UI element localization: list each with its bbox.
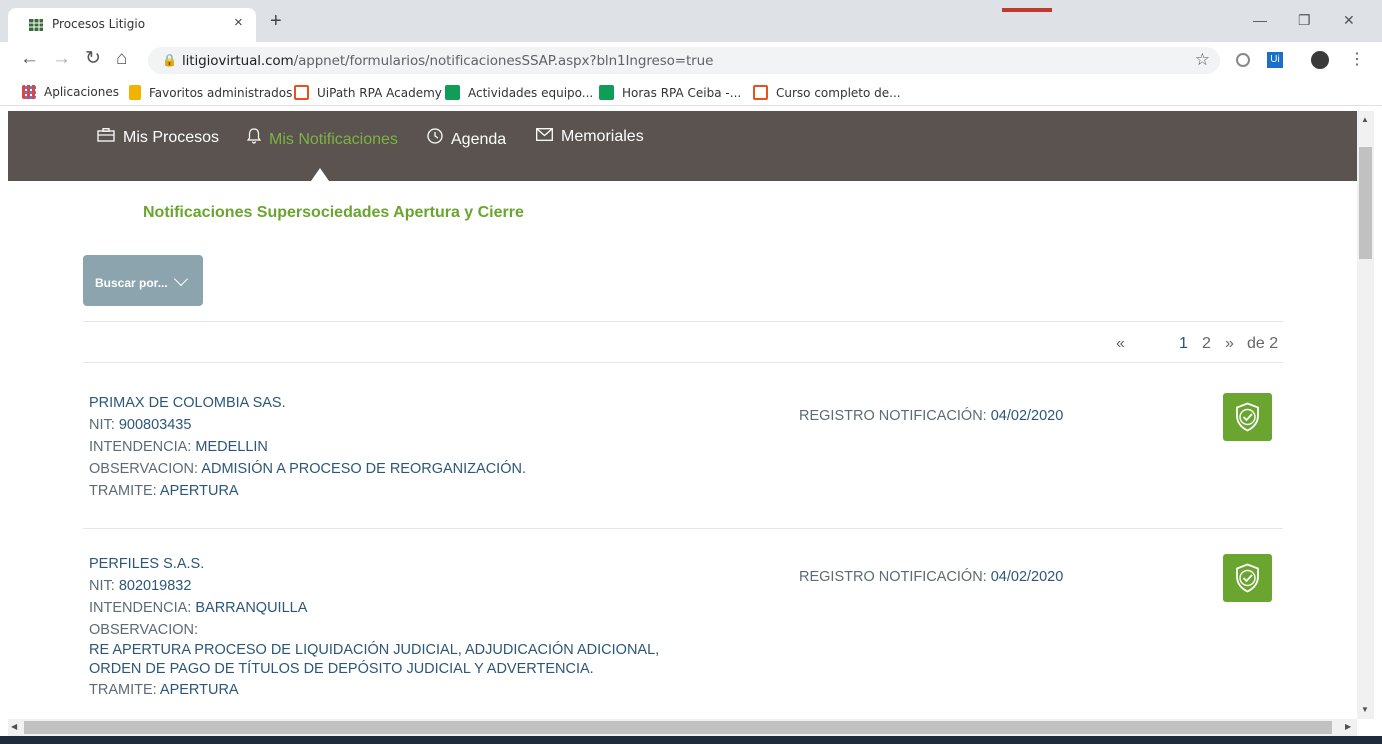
vertical-scroll-thumb[interactable]	[1359, 147, 1372, 259]
browser-tabstrip: Procesos Litigio × + — ❐ ✕	[0, 0, 1382, 42]
pager-page-1[interactable]: 1	[1179, 335, 1188, 353]
horizontal-scrollbar[interactable]: ◀ ▶	[8, 719, 1357, 736]
divider	[83, 321, 1283, 322]
tab-title: Procesos Litigio	[52, 17, 146, 31]
horizontal-scroll-thumb[interactable]	[24, 721, 1332, 734]
company-name[interactable]: PERFILES S.A.S.	[89, 553, 659, 575]
bookmark-star-icon[interactable]: ☆	[1195, 50, 1210, 70]
page-viewport: Mis Procesos Mis Notificaciones Agenda M…	[8, 111, 1357, 719]
bookmark-apps[interactable]: Aplicaciones	[22, 85, 119, 99]
folder-icon	[129, 85, 141, 100]
tramite-line: TRAMITE: APERTURA	[89, 682, 239, 698]
notification-record: PRIMAX DE COLOMBIA SAS. NIT: 900803435 I…	[89, 392, 526, 502]
observacion-label: OBSERVACION:	[89, 622, 199, 638]
uipath-icon	[294, 85, 309, 100]
new-tab-button[interactable]: +	[270, 11, 282, 31]
home-icon[interactable]: ⌂	[116, 48, 127, 70]
chevron-down-icon	[173, 271, 188, 287]
minimize-icon[interactable]: —	[1253, 12, 1267, 28]
company-name[interactable]: PRIMAX DE COLOMBIA SAS.	[89, 392, 526, 414]
apps-grid-icon	[22, 85, 36, 99]
briefcase-icon	[97, 128, 115, 142]
nav-mis-procesos[interactable]: Mis Procesos	[97, 128, 219, 147]
sheets-icon	[599, 85, 614, 100]
forward-arrow-icon[interactable]: →	[52, 48, 71, 70]
nit-line: NIT: 802019832	[89, 578, 192, 594]
back-arrow-icon[interactable]: ←	[20, 48, 39, 70]
main-navbar: Mis Procesos Mis Notificaciones Agenda M…	[8, 111, 1357, 181]
scroll-down-icon[interactable]: ▼	[1361, 705, 1369, 714]
sheets-icon	[445, 85, 460, 100]
shield-check-icon	[1236, 563, 1259, 593]
bookmark-favoritos[interactable]: Favoritos administrados	[129, 85, 292, 100]
uipath-icon	[753, 85, 768, 100]
observacion-line: OBSERVACION: ADMISIÓN A PROCESO DE REORG…	[89, 461, 526, 477]
notification-record: PERFILES S.A.S. NIT: 802019832 INTENDENC…	[89, 553, 659, 701]
nav-mis-notificaciones[interactable]: Mis Notificaciones	[247, 128, 398, 149]
intendencia-line: INTENDENCIA: MEDELLIN	[89, 439, 268, 455]
scroll-up-icon[interactable]: ▲	[1361, 115, 1369, 124]
os-taskbar	[0, 736, 1382, 744]
extension-icon[interactable]	[1236, 53, 1250, 67]
lock-icon: 🔒	[162, 53, 177, 67]
registro-notificacion: REGISTRO NOTIFICACIÓN: 04/02/2020	[799, 569, 1064, 585]
spreadsheet-icon	[29, 19, 43, 31]
search-by-button[interactable]: Buscar por...	[83, 255, 203, 306]
verify-badge-button[interactable]	[1223, 554, 1272, 602]
observacion-value-line-1: RE APERTURA PROCESO DE LIQUIDACIÓN JUDIC…	[89, 642, 660, 658]
divider	[83, 362, 1283, 363]
recording-indicator	[1002, 8, 1052, 12]
active-nav-pointer	[311, 168, 329, 181]
bookmarks-bar: Aplicaciones Favoritos administrados UiP…	[0, 78, 1382, 106]
url-text: litigiovirtual.com/appnet/formularios/no…	[182, 53, 714, 69]
pager-next[interactable]: »	[1225, 335, 1234, 353]
intendencia-line: INTENDENCIA: BARRANQUILLA	[89, 600, 308, 616]
close-tab-icon[interactable]: ×	[234, 14, 243, 31]
reload-icon[interactable]: ↻	[85, 48, 101, 70]
pager-page-2[interactable]: 2	[1202, 335, 1211, 353]
clock-icon	[427, 128, 443, 144]
registro-notificacion: REGISTRO NOTIFICACIÓN: 04/02/2020	[799, 408, 1064, 424]
close-window-icon[interactable]: ✕	[1343, 12, 1355, 29]
bookmark-horas[interactable]: Horas RPA Ceiba -...	[599, 85, 741, 100]
divider	[83, 528, 1283, 529]
verify-badge-button[interactable]	[1223, 393, 1272, 441]
nav-memoriales[interactable]: Memoriales	[536, 128, 644, 146]
pager-prev[interactable]: «	[1116, 335, 1125, 353]
browser-toolbar: ← → ↻ ⌂ 🔒 litigiovirtual.com/appnet/form…	[0, 42, 1382, 78]
scroll-right-icon[interactable]: ▶	[1345, 722, 1351, 731]
menu-dots-icon[interactable]: ⋮	[1349, 49, 1365, 69]
bell-icon	[247, 128, 261, 144]
address-bar[interactable]: 🔒 litigiovirtual.com/appnet/formularios/…	[148, 47, 1220, 74]
page-title: Notificaciones Supersociedades Apertura …	[143, 204, 524, 221]
scroll-left-icon[interactable]: ◀	[11, 722, 17, 731]
browser-tab[interactable]: Procesos Litigio ×	[8, 8, 256, 42]
vertical-scrollbar[interactable]: ▲ ▼	[1357, 111, 1374, 719]
profile-avatar-icon[interactable]	[1311, 51, 1329, 69]
bookmark-uipath[interactable]: UiPath RPA Academy	[294, 85, 442, 100]
tramite-line: TRAMITE: APERTURA	[89, 483, 239, 499]
bookmark-actividades[interactable]: Actividades equipo...	[445, 85, 593, 100]
pager-total: de 2	[1247, 335, 1279, 352]
nav-agenda[interactable]: Agenda	[427, 128, 506, 149]
observacion-value-line-2: ORDEN DE PAGO DE TÍTULOS DE DEPÓSITO JUD…	[89, 661, 594, 677]
shield-check-icon	[1236, 402, 1259, 432]
uipath-extension-icon[interactable]: Ui	[1267, 52, 1283, 68]
bookmark-curso[interactable]: Curso completo de...	[753, 85, 901, 100]
nit-line: NIT: 900803435	[89, 417, 192, 433]
restore-icon[interactable]: ❐	[1298, 12, 1311, 29]
envelope-icon	[536, 128, 553, 141]
